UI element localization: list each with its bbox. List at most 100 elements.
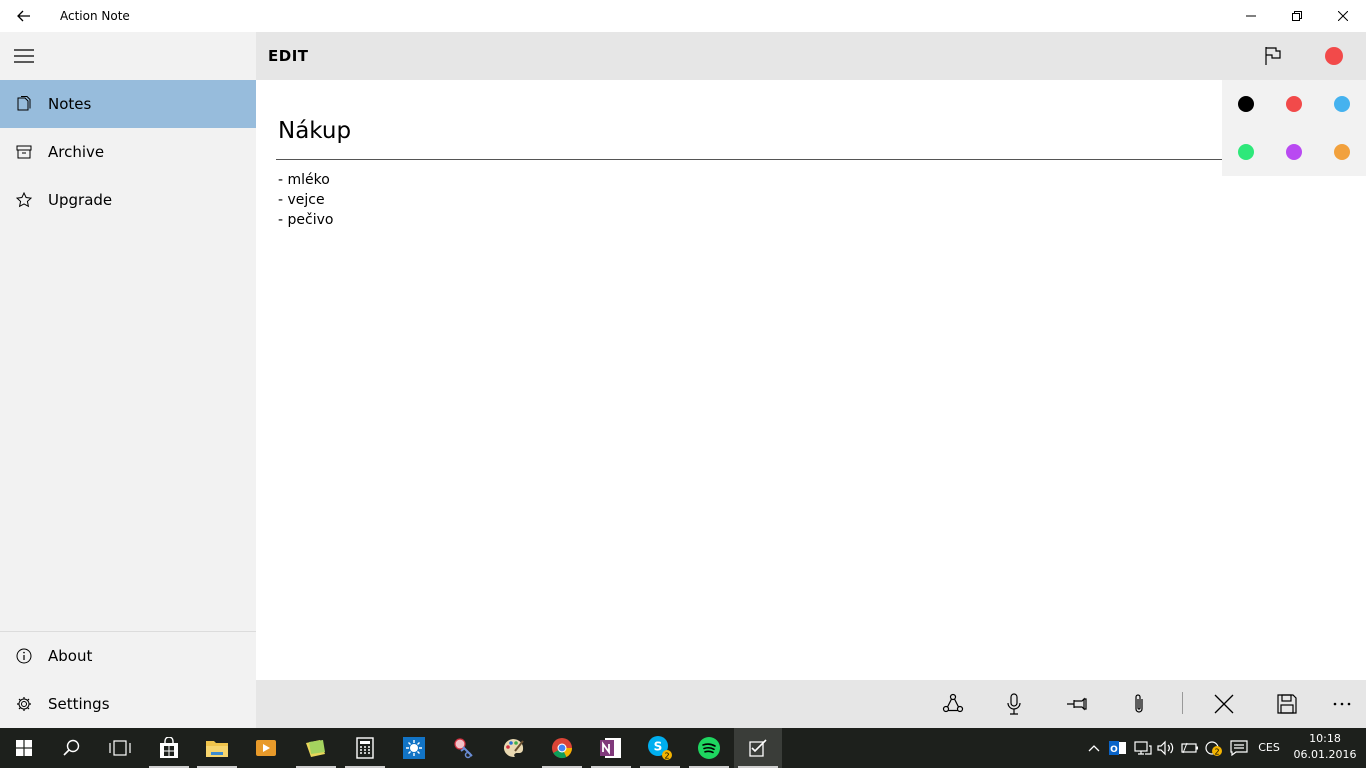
taskbar-skype[interactable]: S2 <box>636 728 684 768</box>
note-body-line: - vejce <box>278 192 325 208</box>
share-icon <box>942 693 964 713</box>
color-swatch-purple[interactable] <box>1286 144 1302 160</box>
more-icon <box>1333 702 1351 706</box>
microphone-button[interactable] <box>990 680 1038 728</box>
tray-battery[interactable] <box>1178 728 1202 768</box>
close-icon <box>1214 694 1234 714</box>
clock[interactable]: 10:18 06.01.2016 <box>1290 731 1360 763</box>
sidebar-item-archive[interactable]: Archive <box>0 128 256 176</box>
chrome-icon <box>552 738 573 759</box>
tray-network[interactable] <box>1131 728 1155 768</box>
task-view-icon <box>109 740 131 756</box>
note-editor: Nákup - mléko - vejce - pečivo <box>256 80 1366 680</box>
taskbar-snipping-tool[interactable] <box>440 728 488 768</box>
taskbar-chrome[interactable] <box>538 728 586 768</box>
title-bar: Action Note <box>0 0 1366 32</box>
svg-text:O: O <box>1110 745 1118 755</box>
tray-volume[interactable] <box>1154 728 1178 768</box>
battery-icon <box>1181 742 1198 754</box>
taskbar-file-explorer[interactable] <box>193 728 241 768</box>
attach-button[interactable] <box>1115 680 1163 728</box>
sidebar-item-about[interactable]: About <box>0 632 256 680</box>
action-center-button[interactable] <box>1227 728 1251 768</box>
microphone-icon <box>1007 693 1021 715</box>
clock-time: 10:18 <box>1309 732 1341 745</box>
sticky-notes-icon <box>306 740 325 757</box>
search-button[interactable] <box>48 728 96 768</box>
action-note-icon <box>749 739 767 757</box>
color-swatch-black[interactable] <box>1238 96 1254 112</box>
close-window-button[interactable] <box>1320 0 1366 32</box>
sidebar-item-upgrade[interactable]: Upgrade <box>0 176 256 224</box>
share-button[interactable] <box>929 680 977 728</box>
sidebar-item-label: Archive <box>48 143 105 161</box>
note-body-input[interactable]: - mléko - vejce - pečivo <box>278 170 333 230</box>
discard-button[interactable] <box>1200 680 1248 728</box>
command-separator <box>1182 692 1183 714</box>
media-player-icon <box>256 740 276 756</box>
color-swatch-orange[interactable] <box>1334 144 1350 160</box>
taskbar-weather[interactable] <box>390 728 438 768</box>
start-button[interactable] <box>0 728 48 768</box>
task-view-button[interactable] <box>96 728 144 768</box>
note-body-line: - mléko <box>278 172 330 188</box>
window-title: Action Note <box>60 9 130 23</box>
taskbar-store[interactable] <box>145 728 193 768</box>
note-title-input[interactable]: Nákup <box>278 118 351 144</box>
selected-color-dot <box>1325 47 1343 65</box>
hamburger-icon <box>14 49 34 63</box>
note-color-button[interactable] <box>1310 32 1358 80</box>
hamburger-button[interactable] <box>0 32 48 80</box>
weather-icon <box>403 737 425 759</box>
tray-badge: 2 <box>1214 748 1219 757</box>
color-picker <box>1222 80 1366 176</box>
minimize-button[interactable] <box>1228 0 1274 32</box>
color-swatch-red[interactable] <box>1286 96 1302 112</box>
outlook-icon: O <box>1109 741 1126 755</box>
clock-date: 06.01.2016 <box>1293 748 1357 761</box>
minimize-icon <box>1246 15 1256 17</box>
folder-icon <box>206 741 228 757</box>
spotify-icon <box>698 737 720 759</box>
flag-button[interactable] <box>1249 32 1297 80</box>
taskbar-sticky-notes[interactable] <box>292 728 340 768</box>
close-icon <box>1338 11 1348 21</box>
sidebar-item-settings[interactable]: Settings <box>0 680 256 728</box>
back-arrow-icon <box>17 10 30 22</box>
badge-app-icon: 2 <box>1205 741 1222 757</box>
star-icon <box>16 192 32 208</box>
info-icon <box>16 648 32 664</box>
taskbar-onenote[interactable] <box>587 728 635 768</box>
restore-icon <box>1292 11 1302 21</box>
tray-notification-app[interactable]: 2 <box>1203 728 1225 768</box>
onenote-icon <box>600 738 621 758</box>
taskbar-paint[interactable] <box>489 728 537 768</box>
chevron-up-icon <box>1088 745 1100 752</box>
taskbar-spotify[interactable] <box>685 728 733 768</box>
color-swatch-blue[interactable] <box>1334 96 1350 112</box>
command-bar <box>256 680 1366 728</box>
taskbar-media-app[interactable] <box>242 728 290 768</box>
restore-button[interactable] <box>1274 0 1320 32</box>
taskbar: S2 O 2 CES 10:18 06.01.2016 <box>0 728 1366 768</box>
volume-icon <box>1157 740 1174 756</box>
skype-badge: 2 <box>664 752 669 761</box>
tray-overflow-button[interactable] <box>1084 728 1104 768</box>
sidebar-item-notes[interactable]: Notes <box>0 80 256 128</box>
page-title: EDIT <box>268 47 309 65</box>
input-language[interactable]: CES <box>1255 728 1283 768</box>
title-underline <box>276 159 1226 160</box>
attach-icon <box>1135 694 1143 713</box>
taskbar-action-note[interactable] <box>734 728 782 768</box>
tray-outlook[interactable]: O <box>1106 728 1130 768</box>
flag-icon <box>1265 47 1281 65</box>
save-button[interactable] <box>1263 680 1311 728</box>
more-button[interactable] <box>1318 680 1366 728</box>
windows-logo-icon <box>16 740 32 756</box>
color-swatch-green[interactable] <box>1238 144 1254 160</box>
pin-button[interactable] <box>1053 680 1101 728</box>
taskbar-calculator[interactable] <box>341 728 389 768</box>
calculator-icon <box>356 737 374 759</box>
note-body-line: - pečivo <box>278 212 334 228</box>
back-button[interactable] <box>0 0 48 32</box>
